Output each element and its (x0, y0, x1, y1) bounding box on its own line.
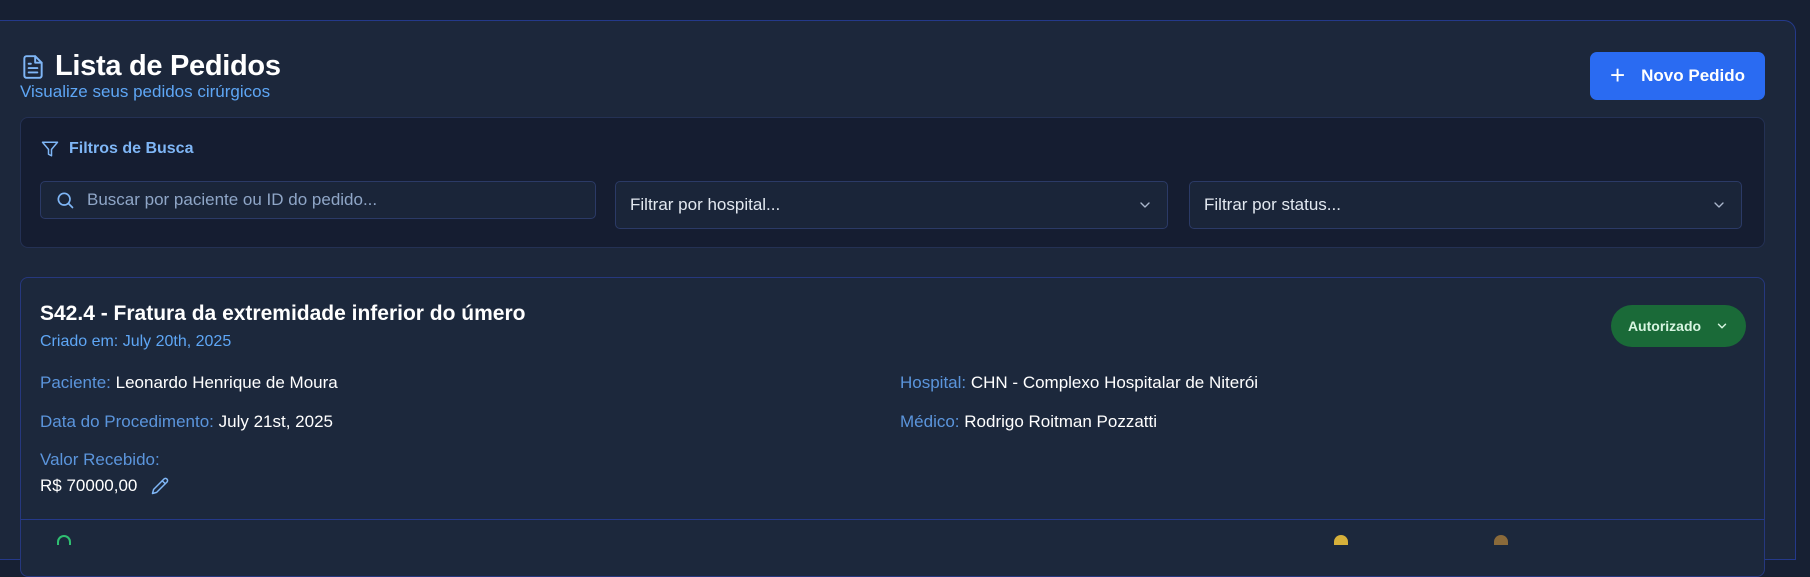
patient-field: Paciente: Leonardo Henrique de Moura (40, 373, 338, 393)
status-filter-select[interactable]: Filtrar por status... (1189, 181, 1742, 229)
hospital-value: CHN - Complexo Hospitalar de Niterói (970, 373, 1259, 392)
page-subtitle: Visualize seus pedidos cirúrgicos (20, 82, 271, 101)
doctor-field: Médico: Rodrigo Roitman Pozzatti (900, 412, 1157, 432)
search-icon (57, 192, 74, 209)
procedure-date-value: July 21st, 2025 (218, 412, 333, 431)
order-card: S42.4 - Fratura da extremidade inferior … (20, 277, 1765, 577)
hospital-label: Hospital: (900, 373, 967, 392)
received-value: R$ 70000,00 (40, 476, 138, 495)
patient-value: Leonardo Henrique de Moura (115, 373, 338, 392)
hospital-filter-value: Filtrar por hospital... (630, 195, 781, 214)
hospital-filter-select[interactable]: Filtrar por hospital... (615, 181, 1168, 229)
status-filter-value: Filtrar por status... (1204, 195, 1341, 214)
plus-icon: + (1609, 59, 1626, 90)
new-order-label: Novo Pedido (1641, 66, 1746, 85)
page-title: Lista de Pedidos (55, 50, 281, 82)
filter-icon (41, 141, 59, 157)
page-header: Lista de Pedidos (20, 50, 281, 83)
filters-header: Filtros de Busca (41, 140, 193, 158)
order-title: S42.4 - Fratura da extremidade inferior … (40, 302, 526, 325)
document-icon (23, 54, 43, 79)
received-value-label: Valor Recebido: (40, 450, 160, 469)
hospital-field: Hospital: CHN - Complexo Hospitalar de N… (900, 373, 1258, 393)
patient-label: Paciente: (40, 373, 111, 392)
new-order-button[interactable]: + Novo Pedido (1590, 52, 1765, 100)
doctor-value: Rodrigo Roitman Pozzatti (964, 412, 1158, 431)
doctor-label: Médico: (900, 412, 960, 431)
search-input[interactable] (87, 190, 567, 210)
chevron-down-icon (1714, 202, 1724, 208)
search-filters: Filtros de Busca Filtrar por hospital...… (20, 117, 1765, 248)
status-label: Autorizado (1627, 318, 1702, 334)
status-badge[interactable]: Autorizado (1611, 305, 1746, 347)
procedure-date-field: Data do Procedimento: July 21st, 2025 (40, 412, 333, 432)
received-value-field: R$ 70000,00 (40, 476, 169, 496)
card-divider (21, 519, 1764, 520)
filters-title: Filtros de Busca (69, 140, 194, 157)
order-created-date: Criado em: July 20th, 2025 (40, 333, 232, 350)
chevron-down-icon (1717, 323, 1727, 329)
search-field[interactable] (40, 181, 596, 219)
chevron-down-icon (1140, 202, 1150, 208)
pencil-icon[interactable] (151, 477, 169, 495)
procedure-date-label: Data do Procedimento: (40, 412, 214, 431)
